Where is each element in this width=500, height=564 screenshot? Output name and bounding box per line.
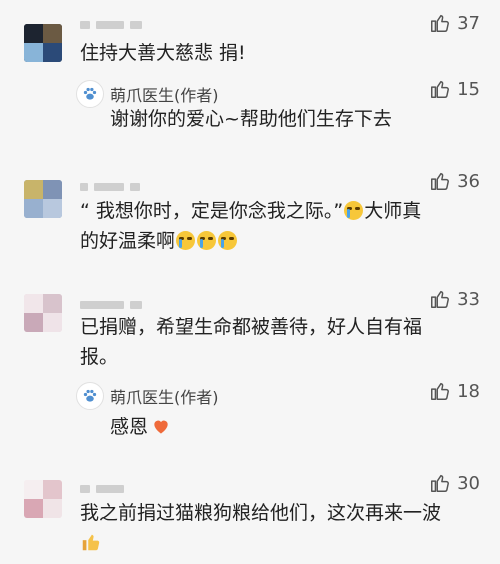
crying-face-emoji bbox=[197, 231, 217, 250]
like-button[interactable]: 30 bbox=[429, 472, 480, 494]
reply-author-name[interactable]: 萌爪医生(作者) bbox=[110, 384, 219, 408]
like-count: 15 bbox=[457, 78, 480, 100]
like-button[interactable]: 36 bbox=[429, 170, 480, 192]
like-button[interactable]: 33 bbox=[429, 288, 480, 310]
comment-text-line1: “ 我想你时，定是你念我之际。” bbox=[80, 200, 344, 222]
crying-face-emoji bbox=[218, 231, 238, 250]
like-count: 37 bbox=[457, 12, 480, 34]
reply-text: 谢谢你的爱心~帮助他们生存下去 bbox=[110, 108, 392, 130]
reply-text-label: 感恩 bbox=[110, 416, 149, 438]
paw-icon bbox=[81, 85, 99, 103]
comment-text: 住持大善大慈悲 捐! bbox=[80, 42, 246, 64]
like-count: 30 bbox=[457, 472, 480, 494]
thumbs-up-emoji bbox=[82, 534, 100, 551]
comment-text: 我之前捐过猫粮狗粮给他们，这次再来一波 bbox=[80, 498, 470, 558]
like-count: 18 bbox=[457, 380, 480, 402]
paw-icon bbox=[81, 387, 99, 405]
like-button[interactable]: 37 bbox=[429, 12, 480, 34]
like-count: 36 bbox=[457, 170, 480, 192]
username-blurred bbox=[80, 298, 142, 312]
comment-text: “ 我想你时，定是你念我之际。” 大师真 的好温柔啊 bbox=[80, 196, 470, 256]
reply-like-button[interactable]: 18 bbox=[429, 380, 480, 402]
comment-text-line1: 我之前捐过猫粮狗粮给他们，这次再来一波 bbox=[80, 502, 442, 524]
username-blurred bbox=[80, 18, 142, 32]
crying-face-emoji bbox=[344, 201, 364, 220]
thumbs-up-outline-icon bbox=[429, 380, 451, 402]
comment-text-line2: 的好温柔啊 bbox=[80, 230, 176, 252]
reply-text: 感恩 bbox=[110, 412, 171, 439]
thumbs-up-outline-icon bbox=[429, 170, 451, 192]
author-avatar[interactable] bbox=[76, 80, 104, 108]
user-avatar[interactable] bbox=[24, 480, 62, 518]
user-avatar[interactable] bbox=[24, 180, 62, 218]
author-avatar[interactable] bbox=[76, 382, 104, 410]
thumbs-up-outline-icon bbox=[429, 288, 451, 310]
reply-like-button[interactable]: 15 bbox=[429, 78, 480, 100]
crying-face-emoji bbox=[176, 231, 196, 250]
user-avatar[interactable] bbox=[24, 24, 62, 62]
comment-text-line2: 报。 bbox=[80, 346, 119, 368]
thumbs-up-outline-icon bbox=[429, 472, 451, 494]
comment-text-line1-suffix: 大师真 bbox=[364, 200, 422, 222]
orange-heart-emoji bbox=[154, 420, 168, 434]
thumbs-up-outline-icon bbox=[429, 12, 451, 34]
username-blurred bbox=[80, 180, 140, 194]
reply-author-name[interactable]: 萌爪医生(作者) bbox=[110, 82, 219, 106]
comment-text: 已捐赠，希望生命都被善待，好人自有福 报。 bbox=[80, 312, 470, 372]
thumbs-up-outline-icon bbox=[429, 78, 451, 100]
like-count: 33 bbox=[457, 288, 480, 310]
comment-text-line1: 已捐赠，希望生命都被善待，好人自有福 bbox=[80, 316, 423, 338]
user-avatar[interactable] bbox=[24, 294, 62, 332]
username-blurred bbox=[80, 482, 124, 496]
